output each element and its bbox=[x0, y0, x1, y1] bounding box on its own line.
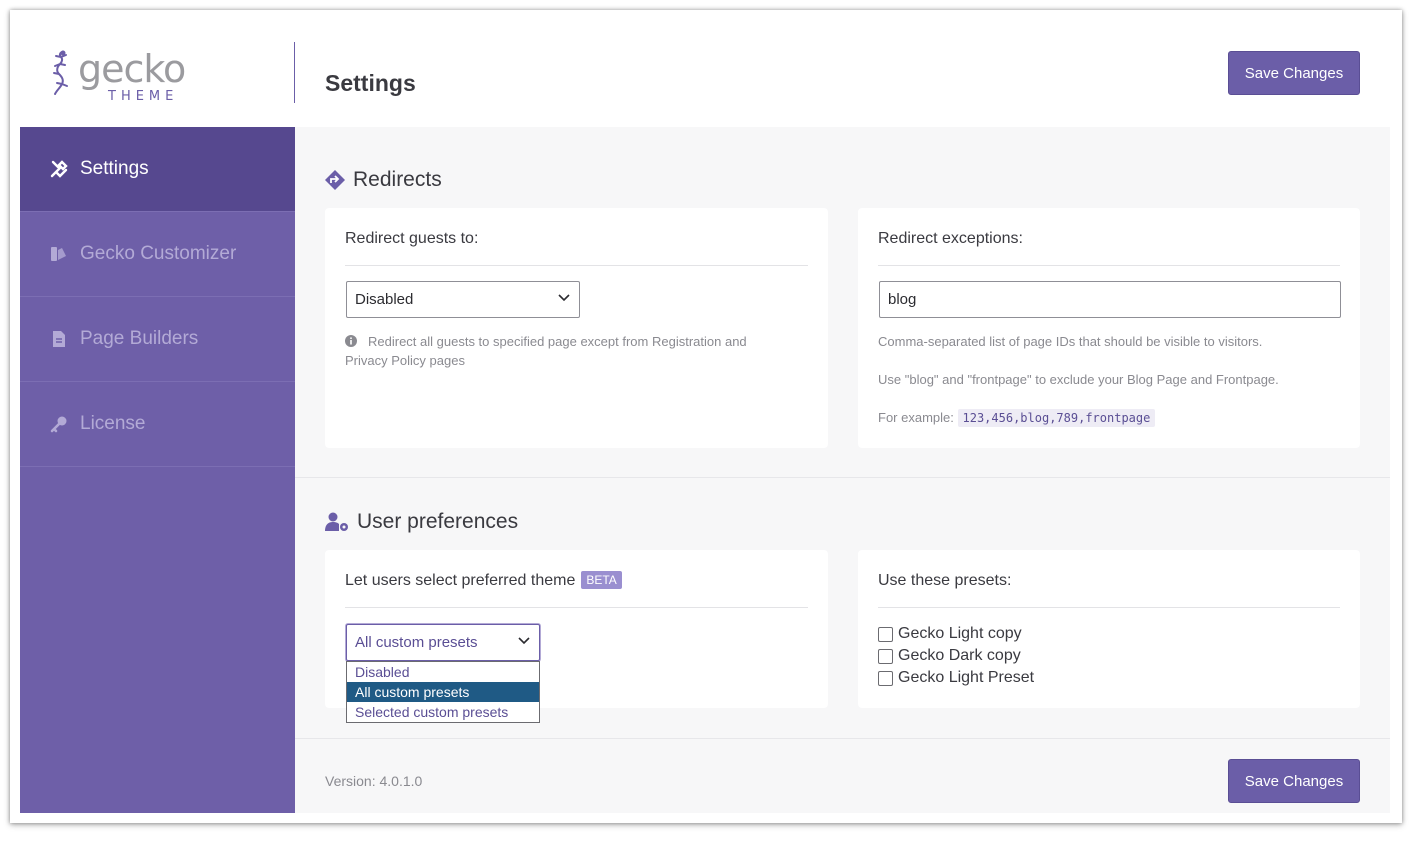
sidebar-item-label: Gecko Customizer bbox=[80, 243, 237, 264]
preset-checkbox[interactable] bbox=[878, 648, 893, 664]
redirect-guests-card: Redirect guests to: Disabled Redirect al… bbox=[325, 208, 828, 448]
save-changes-button-top[interactable]: Save Changes bbox=[1228, 51, 1360, 95]
exceptions-example: For example: 123,456,blog,789,frontpage bbox=[878, 408, 1156, 428]
preferred-theme-dropdown: Disabled All custom presets Selected cus… bbox=[346, 661, 540, 723]
footer-separator bbox=[295, 738, 1390, 739]
chevron-down-icon bbox=[518, 637, 530, 645]
sidebar-item-label: Page Builders bbox=[80, 328, 199, 349]
preset-option[interactable]: Gecko Light copy bbox=[878, 623, 1034, 645]
sidebar-item-gecko-customizer[interactable]: Gecko Customizer bbox=[20, 212, 295, 297]
version-label: Version: 4.0.1.0 bbox=[325, 773, 423, 789]
redirect-exceptions-label: Redirect exceptions: bbox=[878, 230, 1023, 247]
beta-badge: BETA bbox=[581, 571, 622, 589]
redirect-exceptions-input[interactable] bbox=[879, 281, 1341, 318]
section-separator bbox=[295, 477, 1390, 478]
divider bbox=[345, 265, 808, 266]
preset-option[interactable]: Gecko Dark copy bbox=[878, 645, 1034, 667]
divider bbox=[878, 607, 1340, 608]
sidebar-item-license[interactable]: License bbox=[20, 382, 295, 467]
divider bbox=[878, 265, 1340, 266]
redirects-heading: Redirects bbox=[325, 168, 442, 192]
exceptions-help-2: Use "blog" and "frontpage" to exclude yo… bbox=[878, 372, 1279, 387]
sidebar-item-label: License bbox=[80, 413, 146, 434]
divider bbox=[345, 607, 808, 608]
info-icon bbox=[345, 335, 357, 347]
dropdown-option-selected-custom-presets[interactable]: Selected custom presets bbox=[347, 702, 539, 722]
logo-subtitle: THEME bbox=[108, 89, 179, 104]
gecko-theme-logo[interactable]: gecko THEME bbox=[50, 47, 210, 104]
sidebar: Settings Gecko Customizer Page Builders … bbox=[20, 127, 295, 813]
palette-icon bbox=[49, 245, 68, 264]
sidebar-item-page-builders[interactable]: Page Builders bbox=[20, 297, 295, 382]
directions-icon bbox=[325, 170, 345, 190]
redirect-guests-label: Redirect guests to: bbox=[345, 230, 479, 247]
document-icon bbox=[49, 330, 68, 349]
presets-card: Use these presets: Gecko Light copy Geck… bbox=[858, 550, 1360, 708]
presets-list: Gecko Light copy Gecko Dark copy Gecko L… bbox=[878, 623, 1034, 689]
page-title: Settings bbox=[325, 70, 416, 96]
logo-wordmark: gecko bbox=[78, 47, 186, 91]
user-preferences-heading: User preferences bbox=[325, 510, 518, 534]
preferred-theme-select[interactable]: All custom presets bbox=[346, 624, 540, 661]
lizard-logo-icon bbox=[53, 50, 68, 95]
footer bbox=[295, 738, 1390, 813]
app-window: gecko THEME Settings Save Changes Settin… bbox=[10, 10, 1402, 823]
presets-label: Use these presets: bbox=[878, 572, 1012, 589]
user-cog-icon bbox=[325, 512, 349, 532]
sidebar-item-settings[interactable]: Settings bbox=[20, 127, 295, 212]
preset-checkbox[interactable] bbox=[878, 626, 893, 642]
preferred-theme-label: Let users select preferred theme BETA bbox=[345, 571, 622, 590]
chevron-down-icon bbox=[558, 294, 570, 302]
tools-icon bbox=[49, 160, 68, 179]
header-divider bbox=[294, 42, 295, 103]
redirect-guests-select[interactable]: Disabled bbox=[346, 281, 580, 318]
save-changes-button-bottom[interactable]: Save Changes bbox=[1228, 759, 1360, 803]
example-code: 123,456,blog,789,frontpage bbox=[957, 409, 1156, 427]
dropdown-option-all-custom-presets[interactable]: All custom presets bbox=[347, 682, 539, 702]
sidebar-item-label: Settings bbox=[80, 158, 149, 179]
preset-option[interactable]: Gecko Light Preset bbox=[878, 667, 1034, 689]
key-icon bbox=[49, 415, 68, 434]
header: gecko THEME Settings Save Changes bbox=[20, 18, 1390, 127]
dropdown-option-disabled[interactable]: Disabled bbox=[347, 662, 539, 682]
exceptions-help-1: Comma-separated list of page IDs that sh… bbox=[878, 334, 1263, 349]
redirect-guests-help: Redirect all guests to specified page ex… bbox=[345, 334, 747, 368]
redirect-exceptions-card: Redirect exceptions: Comma-separated lis… bbox=[858, 208, 1360, 448]
preset-checkbox[interactable] bbox=[878, 670, 893, 686]
settings-panel: gecko THEME Settings Save Changes Settin… bbox=[20, 18, 1390, 813]
